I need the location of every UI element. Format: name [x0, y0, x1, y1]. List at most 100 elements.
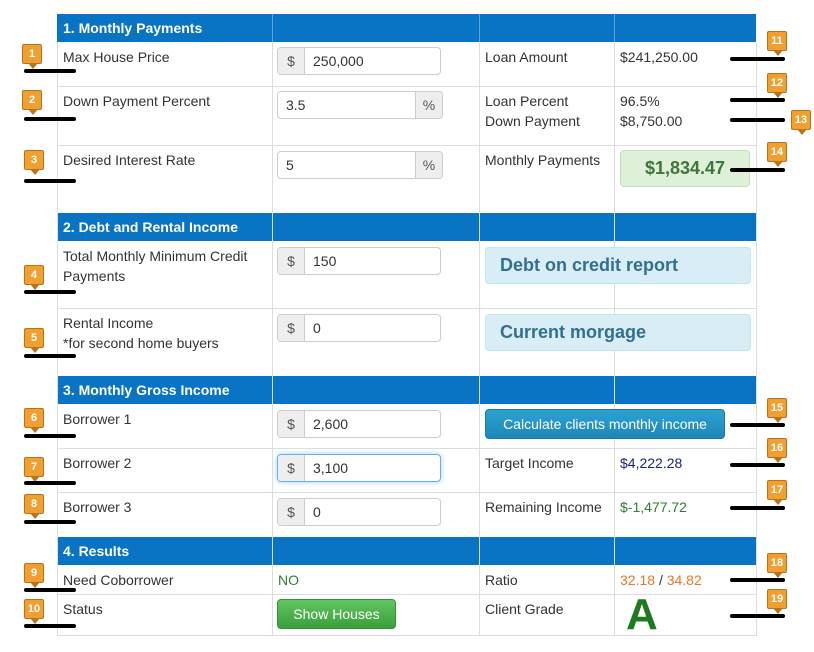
max-house-price-input[interactable]: $ 250,000 — [277, 47, 441, 75]
calculate-monthly-income-button[interactable]: Calculate clients monthly income — [485, 409, 725, 439]
table-border-right — [756, 42, 757, 636]
rental-income-input[interactable]: $ 0 — [277, 314, 441, 342]
status-label: Status — [63, 601, 103, 617]
dollar-prefix: $ — [278, 411, 305, 437]
callout-mark — [24, 117, 76, 121]
borrower1-value[interactable]: 2,600 — [305, 411, 440, 437]
rental-income-value[interactable]: 0 — [305, 315, 440, 341]
dollar-prefix: $ — [278, 48, 305, 74]
max-house-price-label: Max House Price — [63, 49, 170, 65]
borrower2-label: Borrower 2 — [63, 455, 132, 471]
callout-mark — [24, 520, 76, 524]
loan-percent-label: Loan Percent — [485, 93, 569, 109]
borrower1-label: Borrower 1 — [63, 411, 132, 427]
interest-rate-input[interactable]: 5 % — [277, 151, 443, 179]
loan-percent-value: 96.5% — [620, 93, 660, 109]
callout-badge-3: 3 — [24, 150, 44, 175]
client-grade-value: A — [626, 590, 658, 639]
down-payment-value: $8,750.00 — [620, 113, 683, 129]
row-divider — [57, 86, 757, 87]
table-border-left — [57, 42, 58, 636]
header-divider — [479, 14, 480, 42]
monthly-payments-label: Monthly Payments — [485, 152, 601, 168]
section-title-results: 4. Results — [63, 543, 130, 559]
borrower2-input[interactable]: $ 3,100 — [277, 454, 441, 482]
callout-badge-1: 1 — [22, 44, 42, 69]
credit-payments-label-line2: Payments — [63, 268, 126, 284]
loan-amount-value: $241,250.00 — [620, 49, 698, 65]
callout-badge-8: 8 — [24, 494, 44, 519]
callout-mark — [24, 624, 76, 628]
remaining-income-value: $-1,477.72 — [620, 499, 687, 515]
callout-badge-6: 6 — [24, 408, 44, 433]
section-title-gross-income: 3. Monthly Gross Income — [63, 382, 230, 398]
dollar-prefix: $ — [278, 248, 305, 274]
show-houses-button[interactable]: Show Houses — [277, 599, 396, 629]
down-payment-percent-label: Down Payment Percent — [63, 93, 211, 109]
percent-suffix: % — [415, 92, 442, 118]
borrower3-label: Borrower 3 — [63, 499, 132, 515]
rental-income-label-line1: Rental Income — [63, 315, 154, 331]
credit-payments-input[interactable]: $ 150 — [277, 247, 441, 275]
remaining-income-label: Remaining Income — [485, 499, 602, 515]
callout-mark — [730, 614, 785, 618]
row-divider — [57, 492, 757, 493]
callout-badge-16: 16 — [767, 438, 787, 463]
down-payment-percent-input[interactable]: 3.5 % — [277, 91, 443, 119]
callout-mark — [730, 57, 785, 61]
ratio-back: 34.82 — [666, 572, 702, 588]
target-income-label: Target Income — [485, 455, 574, 471]
callout-badge-11: 11 — [767, 31, 787, 56]
loan-amount-label: Loan Amount — [485, 49, 568, 65]
callout-badge-4: 4 — [24, 265, 44, 290]
target-income-value: $4,222.28 — [620, 455, 683, 471]
callout-badge-15: 15 — [767, 398, 787, 423]
callout-badge-2: 2 — [22, 90, 42, 115]
callout-mark — [730, 423, 785, 427]
callout-badge-12: 12 — [767, 73, 787, 98]
ratio-label: Ratio — [485, 572, 518, 588]
callout-badge-18: 18 — [767, 553, 787, 578]
callout-badge-5: 5 — [24, 328, 44, 353]
callout-mark — [24, 290, 76, 294]
row-divider — [57, 145, 757, 146]
borrower3-input[interactable]: $ 0 — [277, 498, 441, 526]
interest-rate-label: Desired Interest Rate — [63, 152, 196, 168]
percent-suffix: % — [415, 152, 442, 178]
callout-badge-19: 19 — [767, 589, 787, 614]
callout-badge-7: 7 — [24, 457, 44, 482]
ratio-value: 32.18 / 34.82 — [620, 570, 702, 590]
credit-payments-label-line1: Total Monthly Minimum Credit — [63, 248, 248, 264]
callout-mark — [24, 434, 76, 438]
dollar-prefix: $ — [278, 499, 305, 525]
column-divider — [272, 42, 273, 636]
max-house-price-value[interactable]: 250,000 — [305, 48, 440, 74]
callout-mark — [730, 98, 785, 102]
callout-mark — [24, 69, 76, 73]
borrower1-input[interactable]: $ 2,600 — [277, 410, 441, 438]
section-title-monthly-payments: 1. Monthly Payments — [63, 20, 203, 36]
callout-badge-10: 10 — [24, 599, 44, 624]
callout-mark — [730, 118, 785, 122]
callout-badge-9: 9 — [24, 563, 44, 588]
client-grade-label: Client Grade — [485, 601, 564, 617]
callout-badge-14: 14 — [767, 142, 787, 167]
dollar-prefix: $ — [278, 455, 305, 481]
debt-on-credit-report-button[interactable]: Debt on credit report — [485, 247, 751, 284]
callout-mark — [24, 354, 76, 358]
down-payment-percent-value[interactable]: 3.5 — [278, 92, 415, 118]
callout-mark — [730, 463, 785, 467]
current-mortgage-button[interactable]: Current morgage — [485, 314, 751, 351]
callout-badge-13: 13 — [791, 110, 811, 135]
row-divider — [57, 448, 757, 449]
interest-rate-value[interactable]: 5 — [278, 152, 415, 178]
borrower3-value[interactable]: 0 — [305, 499, 440, 525]
credit-payments-value[interactable]: 150 — [305, 248, 440, 274]
column-divider — [479, 42, 480, 636]
section-header-results — [57, 537, 756, 565]
callout-mark — [730, 578, 785, 582]
borrower2-value[interactable]: 3,100 — [305, 455, 440, 481]
callout-mark — [24, 481, 76, 485]
ratio-front: 32.18 — [620, 572, 656, 588]
ratio-separator: / — [658, 572, 663, 588]
